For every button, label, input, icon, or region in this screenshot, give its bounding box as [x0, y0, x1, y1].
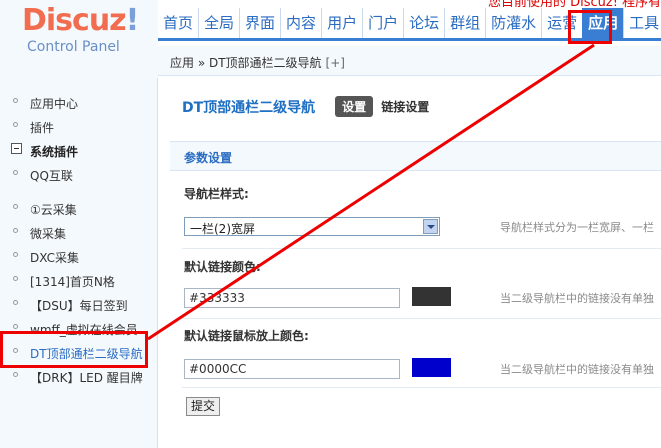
sidebar-item-dxc-collect[interactable]: DXC采集: [0, 246, 158, 266]
page-title: DT顶部通栏二级导航: [182, 99, 316, 116]
sidebar-item-label: DXC采集: [30, 251, 79, 265]
sidebar-item-label: QQ互联: [30, 169, 73, 183]
sidebar-item-led-sign[interactable]: 【DRK】LED 醒目牌: [0, 366, 158, 386]
annotation-box-apps-tab: [568, 10, 612, 44]
breadcrumb-bar: 应用 » DT顶部通栏二级导航 [+]: [158, 46, 661, 76]
bullet-icon: [13, 98, 18, 103]
bullet-icon: [13, 170, 18, 175]
logo-bang: !: [125, 3, 140, 38]
sidebar-item-label: [1314]首页N格: [30, 275, 115, 289]
breadcrumb: 应用 » DT顶部通栏二级导航 [+]: [170, 54, 345, 71]
sidebar-item-home-grid[interactable]: [1314]首页N格: [0, 270, 158, 290]
link-color-input[interactable]: #333333: [184, 288, 400, 308]
logo-subtitle: Control Panel: [27, 39, 120, 55]
sidebar: 应用中心 插件 系统插件 QQ互联 ①云采集 微采集 DXC采集 [1314]首…: [0, 78, 158, 448]
sidebar-item-label: ①云采集: [30, 203, 77, 217]
sidebar-item-qq-connect[interactable]: QQ互联: [0, 164, 158, 184]
sidebar-item-label: 【DRK】LED 醒目牌: [30, 371, 143, 385]
nav-style-hint: 导航栏样式分为一栏宽屏、一栏: [500, 221, 654, 234]
topnav-item-groups[interactable]: 群组: [444, 8, 485, 38]
logo-text: Discuz: [22, 3, 127, 38]
row-divider: [182, 387, 661, 388]
hover-color-input[interactable]: #0000CC: [184, 359, 400, 379]
bullet-icon: [13, 324, 18, 329]
row-divider: [182, 248, 661, 249]
dropdown-arrow-icon[interactable]: [423, 219, 438, 234]
bullet-icon: [13, 204, 18, 209]
topnav-item-home[interactable]: 首页: [158, 8, 198, 38]
discuz-logo[interactable]: Discuz!: [22, 3, 140, 38]
bullet-icon: [13, 372, 18, 377]
submit-button[interactable]: 提交: [186, 397, 221, 416]
logo-area: Discuz! Control Panel: [0, 0, 158, 78]
collapse-icon[interactable]: [11, 143, 22, 154]
sidebar-item-label: 应用中心: [30, 97, 79, 111]
section-title: 参数设置: [184, 151, 233, 165]
topnav-item-interface[interactable]: 界面: [239, 8, 280, 38]
link-color-value: #333333: [189, 291, 245, 305]
sidebar-item-daily-signin[interactable]: 【DSU】每日签到: [0, 294, 158, 314]
bullet-icon: [13, 122, 18, 127]
nav-style-label: 导航栏样式:: [184, 187, 249, 201]
nav-style-value: 一栏(2)宽屏: [190, 222, 255, 236]
hover-color-label: 默认链接鼠标放上颜色:: [184, 329, 309, 343]
topnav-item-antispam[interactable]: 防灌水: [485, 8, 541, 38]
topnav-item-forum[interactable]: 论坛: [403, 8, 444, 38]
link-color-swatch[interactable]: [412, 287, 451, 306]
sidebar-item-app-center[interactable]: 应用中心: [0, 92, 158, 112]
main-content: DT顶部通栏二级导航 设置 链接设置 参数设置 导航栏样式: 一栏(2)宽屏 导…: [170, 78, 661, 448]
topnav-item-portal[interactable]: 门户: [362, 8, 403, 38]
section-header: 参数设置: [170, 141, 661, 171]
row-divider: [182, 318, 661, 319]
bullet-icon: [13, 252, 18, 257]
sidebar-item-label: 【DSU】每日签到: [30, 299, 128, 313]
topnav-item-content[interactable]: 内容: [280, 8, 321, 38]
topnav-item-tools[interactable]: 工具: [623, 8, 661, 38]
sidebar-group-label: 系统插件: [30, 145, 79, 159]
hover-color-value: #0000CC: [189, 362, 247, 376]
link-color-hint: 当二级导航栏中的链接没有单独: [500, 292, 654, 305]
sidebar-item-plugins[interactable]: 插件: [0, 116, 158, 136]
sidebar-item-cloud-collect[interactable]: ①云采集: [0, 198, 158, 218]
annotation-box-sidebar-item: [0, 331, 148, 368]
breadcrumb-text[interactable]: 应用 » DT顶部通栏二级导航: [170, 56, 322, 70]
tab-link-settings[interactable]: 链接设置: [381, 98, 429, 115]
bullet-icon: [13, 300, 18, 305]
bullet-icon: [13, 276, 18, 281]
hover-color-hint: 当二级导航栏中的链接没有单独: [500, 363, 654, 376]
sidebar-item-label: 微采集: [30, 227, 67, 241]
hover-color-swatch[interactable]: [412, 358, 451, 377]
sidebar-group-system-plugins[interactable]: 系统插件: [0, 140, 158, 160]
admin-control-panel: Discuz! Control Panel 您目前使用的 Discuz! 程序有…: [0, 0, 661, 448]
topnav-item-global[interactable]: 全局: [198, 8, 239, 38]
nav-style-select[interactable]: 一栏(2)宽屏: [184, 217, 440, 236]
add-shortcut-button[interactable]: [+]: [326, 56, 345, 70]
link-color-label: 默认链接颜色:: [184, 260, 261, 274]
page-header: DT顶部通栏二级导航 设置 链接设置: [182, 96, 429, 117]
sidebar-item-micro-collect[interactable]: 微采集: [0, 222, 158, 242]
tab-settings[interactable]: 设置: [335, 96, 374, 117]
bullet-icon: [13, 228, 18, 233]
topnav-item-users[interactable]: 用户: [321, 8, 362, 38]
sidebar-item-label: 插件: [30, 121, 55, 135]
